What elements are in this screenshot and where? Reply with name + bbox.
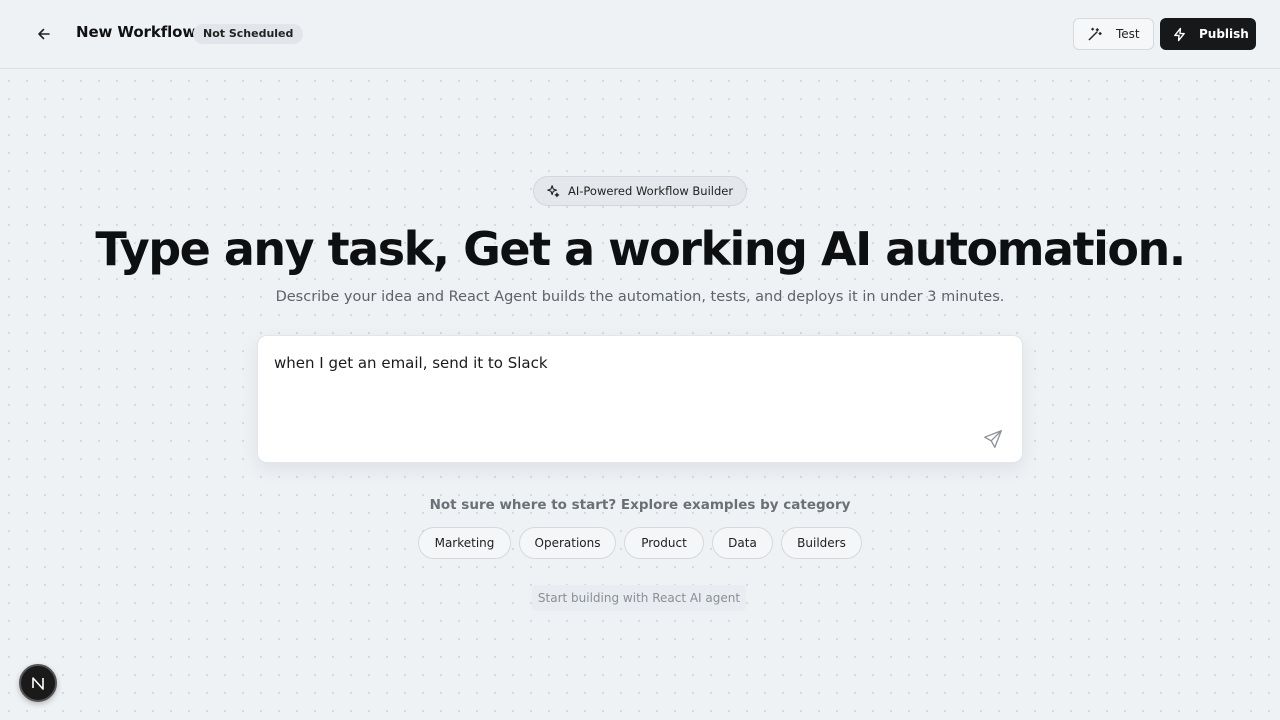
prompt-text[interactable]: when I get an email, send it to Slack [274,354,548,372]
framework-badge[interactable] [19,664,57,702]
ai-builder-badge-label: AI-Powered Workflow Builder [568,184,734,198]
test-label: Test [1116,27,1140,41]
prompt-input[interactable]: when I get an email, send it to Slack [257,335,1023,463]
hero-subhead: Describe your idea and React Agent build… [275,289,1005,305]
arrow-left-icon [38,28,50,40]
workflow-title: New Workflow [76,23,197,41]
top-bar: New Workflow Not Scheduled Test Publish [0,0,1280,69]
start-building-note: Start building with React AI agent [532,585,746,611]
status-badge: Not Scheduled [193,24,304,44]
examples-prompt: Not sure where to start? Explore example… [429,497,851,513]
ai-builder-badge: AI-Powered Workflow Builder [533,176,747,206]
category-chips: Marketing Operations Product Data Builde… [0,527,1280,559]
test-button[interactable]: Test [1073,18,1154,50]
magic-wand-icon [1088,27,1102,40]
category-chip-operations[interactable]: Operations [519,527,616,559]
back-button[interactable] [28,18,60,50]
send-button[interactable] [982,428,1004,450]
category-chip-builders[interactable]: Builders [781,527,862,559]
sparkles-icon [547,185,560,198]
publish-label: Publish [1199,27,1249,41]
category-chip-marketing[interactable]: Marketing [418,527,511,559]
send-icon [984,430,1002,448]
publish-button[interactable]: Publish [1160,18,1256,50]
category-chip-data[interactable]: Data [712,527,773,559]
category-chip-product[interactable]: Product [624,527,704,559]
lightning-icon [1174,27,1185,41]
n-logo-icon [32,677,44,690]
hero-headline: Type any task, Get a working AI automati… [95,222,1186,276]
